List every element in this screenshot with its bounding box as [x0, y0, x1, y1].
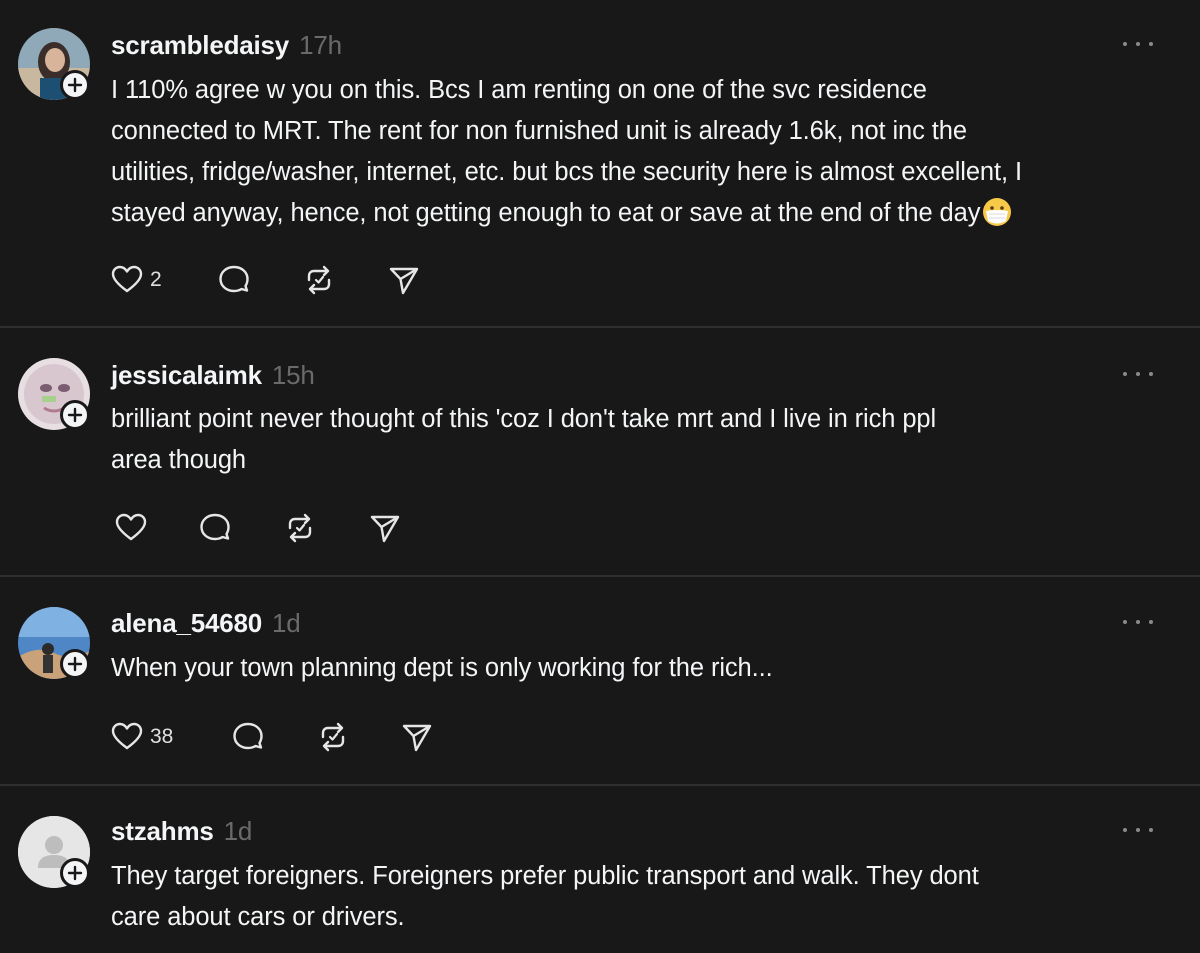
more-options-icon[interactable]: [1123, 37, 1153, 51]
heart-icon: [115, 513, 147, 541]
comment-bubble-icon: [233, 722, 263, 750]
repost-button[interactable]: [316, 719, 350, 755]
replies-feed: scrambledaisy 17h I 110% agree w you on t…: [0, 0, 1200, 953]
repost-icon: [288, 513, 312, 543]
text-line: brilliant point never thought of this 'c…: [111, 405, 937, 433]
text-line: area though: [111, 446, 247, 474]
avatar[interactable]: [18, 816, 90, 888]
follow-button[interactable]: [60, 70, 90, 100]
text-line: When your town planning dept is only wor…: [111, 654, 773, 682]
post-header: scrambledaisy 17h: [111, 30, 342, 61]
repost-icon: [321, 722, 345, 752]
reply-post: jessicalaimk 15h brilliant point never th…: [0, 328, 1200, 575]
timestamp[interactable]: 1d: [272, 608, 301, 638]
more-options-icon[interactable]: [1123, 367, 1153, 381]
like-button[interactable]: 38: [110, 719, 173, 755]
send-icon: [389, 267, 419, 295]
text-line: stayed anyway, hence, not getting enough…: [111, 193, 1171, 234]
avatar[interactable]: [18, 607, 90, 679]
share-button[interactable]: [368, 510, 402, 546]
reply-post: stzahms 1d They target foreigners. Foreig…: [0, 786, 1200, 953]
reply-button[interactable]: [198, 510, 232, 546]
timestamp[interactable]: 17h: [299, 30, 342, 60]
reply-post: alena_54680 1d When your town planning de…: [0, 577, 1200, 784]
heart-icon: [111, 722, 143, 750]
timestamp[interactable]: 1d: [224, 816, 253, 846]
comment-bubble-icon: [200, 513, 230, 541]
follow-button[interactable]: [60, 649, 90, 679]
post-header: stzahms 1d: [111, 816, 252, 847]
repost-button[interactable]: [302, 262, 336, 298]
more-options-icon[interactable]: [1123, 615, 1153, 629]
reply-button[interactable]: [217, 262, 251, 298]
post-header: alena_54680 1d: [111, 608, 301, 639]
like-count: 2: [150, 268, 162, 291]
share-button[interactable]: [387, 262, 421, 298]
send-icon: [370, 515, 400, 543]
avatar[interactable]: [18, 28, 90, 100]
text-line: care about cars or drivers.: [111, 903, 405, 931]
text-line: They target foreigners. Foreigners prefe…: [111, 862, 979, 890]
username[interactable]: scrambledaisy: [111, 30, 289, 60]
avatar[interactable]: [18, 358, 90, 430]
text-line: utilities, fridge/washer, internet, etc.…: [111, 158, 1022, 186]
timestamp[interactable]: 15h: [272, 360, 315, 390]
like-count: 38: [150, 725, 174, 748]
repost-button[interactable]: [283, 510, 317, 546]
reply-button[interactable]: [231, 719, 265, 755]
text-line: connected to MRT. The rent for non furni…: [111, 117, 967, 145]
plus-icon: [67, 77, 83, 93]
comment-bubble-icon: [219, 265, 249, 293]
follow-button[interactable]: [60, 858, 90, 888]
share-button[interactable]: [400, 719, 434, 755]
more-options-icon[interactable]: [1123, 823, 1153, 837]
heart-icon: [111, 265, 143, 293]
plus-icon: [67, 407, 83, 423]
username[interactable]: stzahms: [111, 816, 214, 846]
post-text: brilliant point never thought of this 'c…: [111, 399, 1171, 481]
post-text: When your town planning dept is only wor…: [111, 648, 1171, 689]
reply-post: scrambledaisy 17h I 110% agree w you on t…: [0, 0, 1200, 326]
plus-icon: [67, 656, 83, 672]
post-text: They target foreigners. Foreigners prefe…: [111, 856, 1171, 938]
send-icon: [402, 724, 432, 752]
follow-button[interactable]: [60, 400, 90, 430]
face-with-medical-mask-emoji: [983, 198, 1012, 226]
text-line: I 110% agree w you on this. Bcs I am ren…: [111, 76, 927, 104]
like-button[interactable]: [114, 510, 154, 546]
plus-icon: [67, 865, 83, 881]
username[interactable]: alena_54680: [111, 608, 262, 638]
post-header: jessicalaimk 15h: [111, 360, 315, 391]
username[interactable]: jessicalaimk: [111, 360, 262, 390]
repost-icon: [307, 265, 331, 295]
post-text: I 110% agree w you on this. Bcs I am ren…: [111, 70, 1171, 234]
like-button[interactable]: 2: [110, 262, 162, 298]
